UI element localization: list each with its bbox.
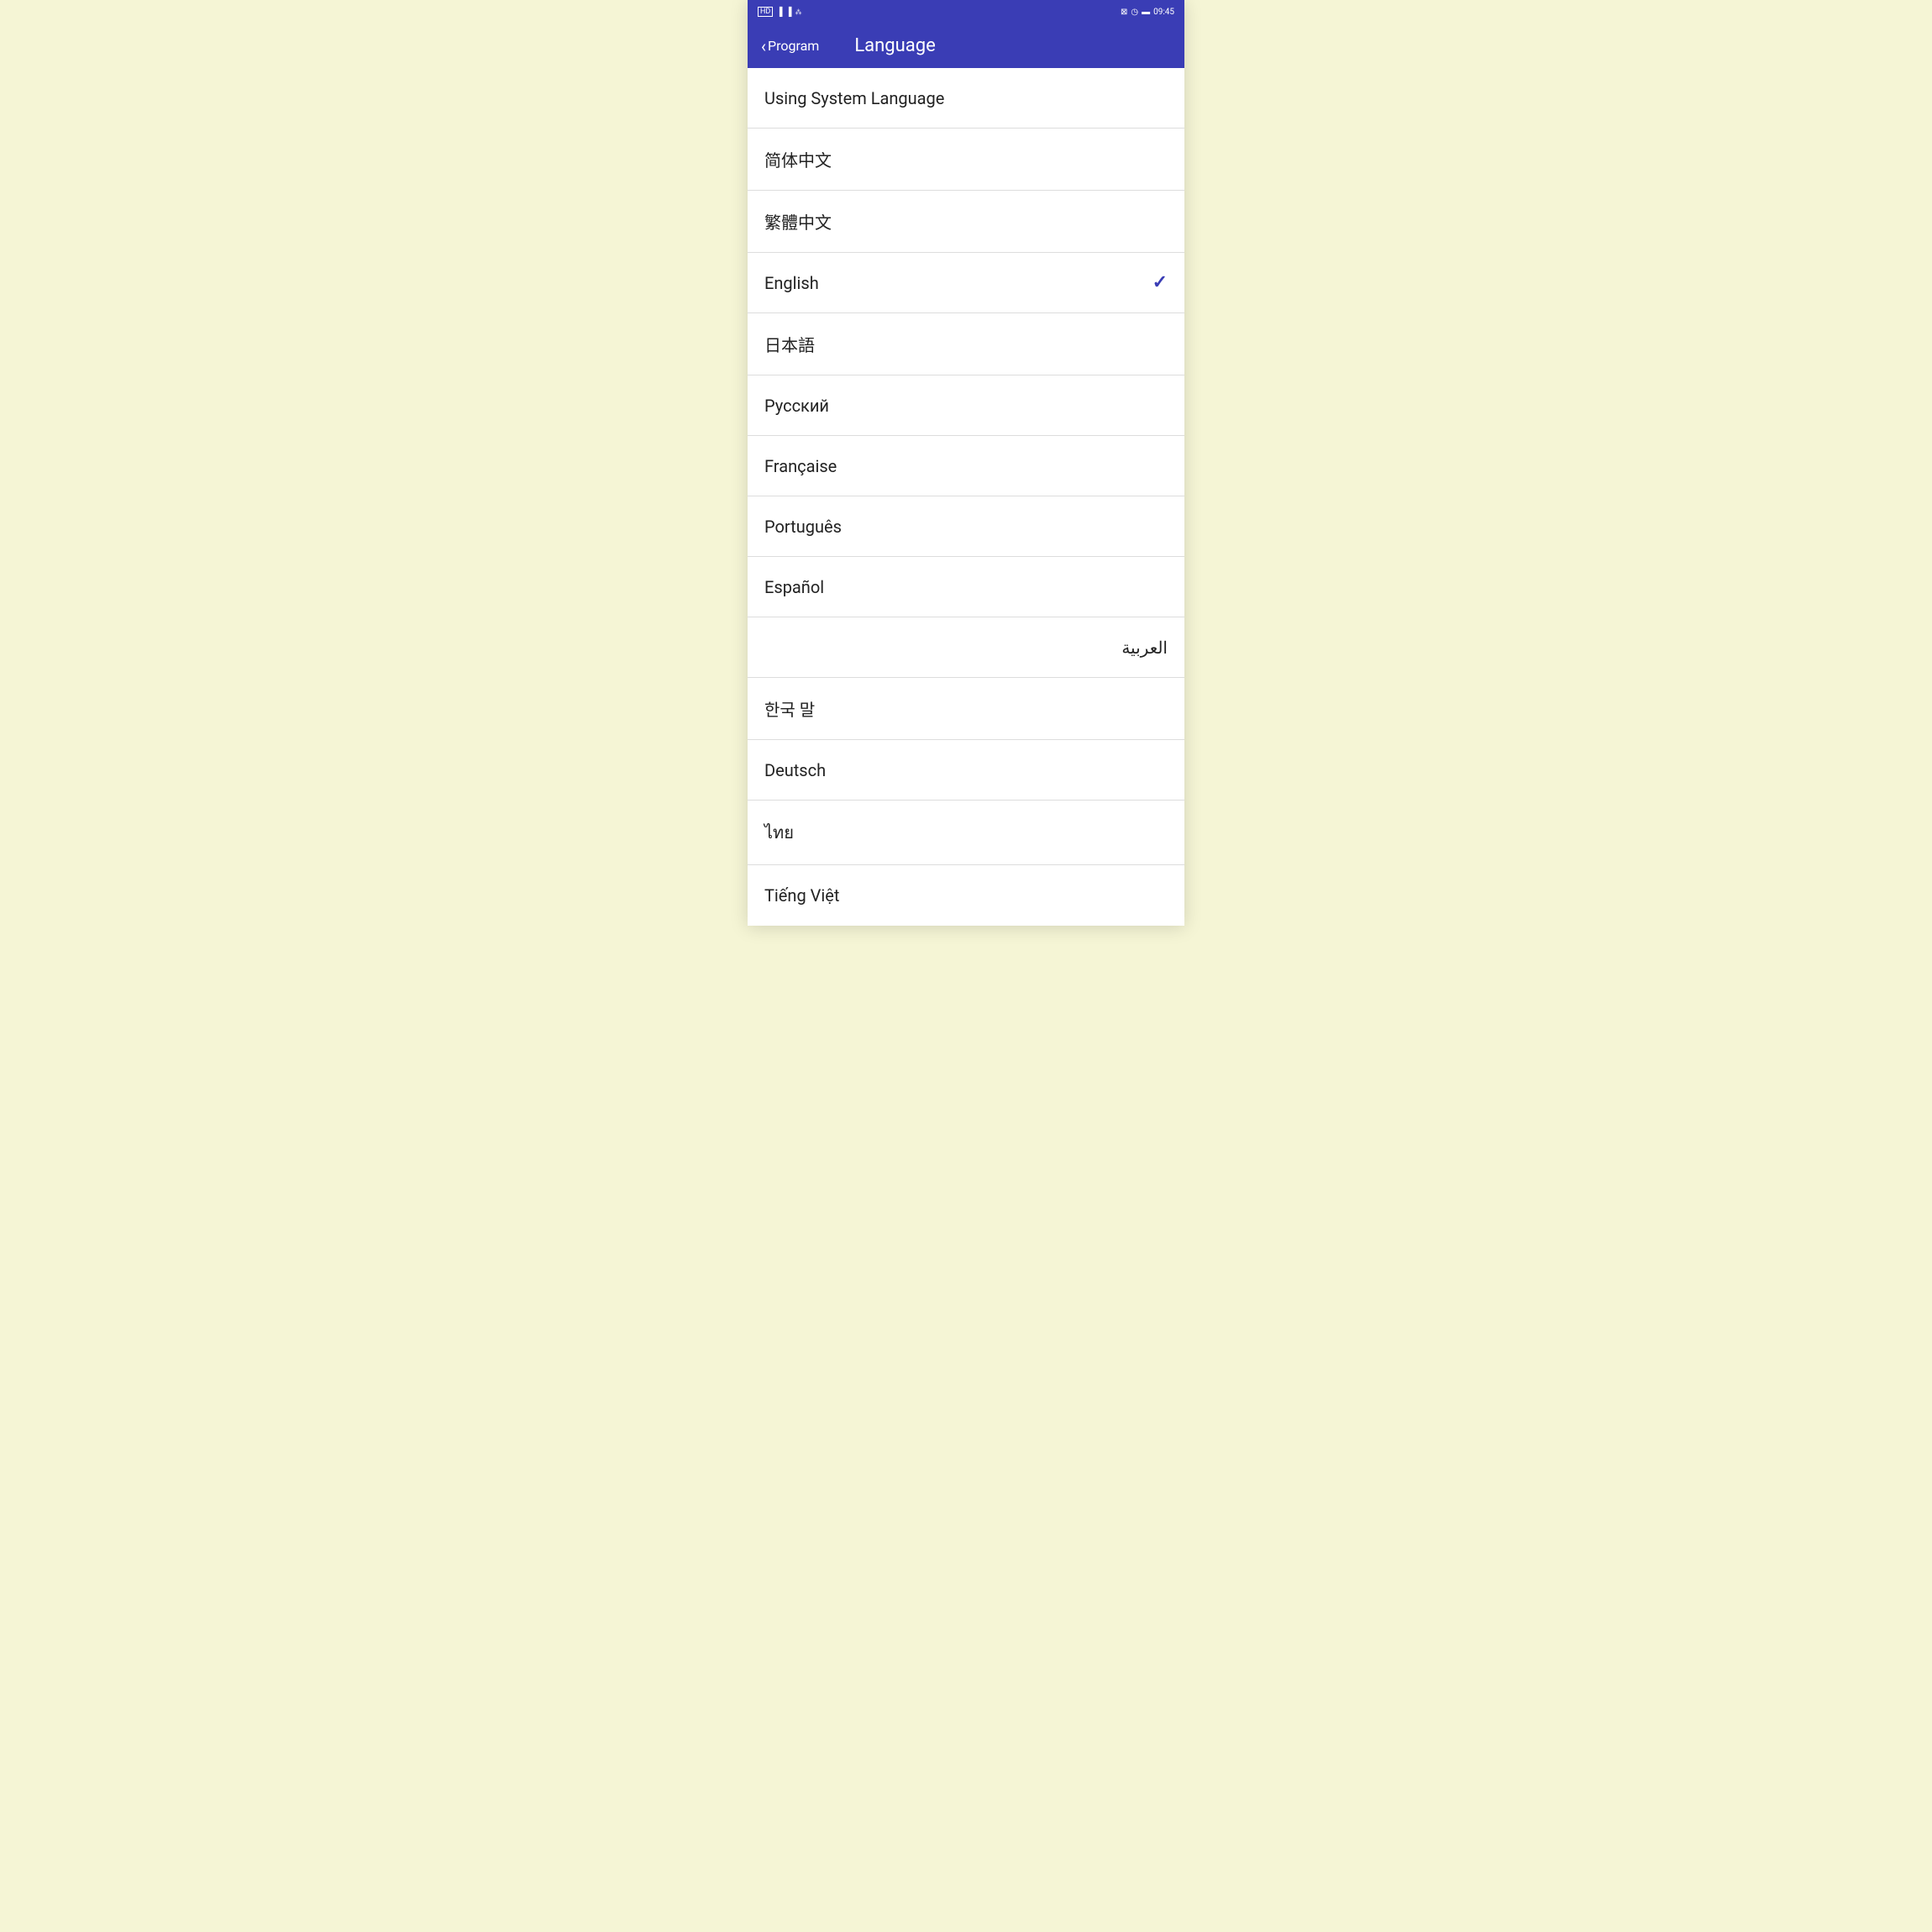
language-item-es[interactable]: Español: [748, 557, 1184, 617]
alarm-icon: ◷: [1131, 8, 1138, 17]
language-item-vi[interactable]: Tiếng Việt: [748, 865, 1184, 926]
signal1-icon: ▐: [776, 8, 782, 17]
language-item-zh-hant[interactable]: 繁體中文: [748, 191, 1184, 253]
status-bar-left: HD ▐ ▐ ⁂: [758, 7, 802, 17]
time-display: 09:45: [1153, 8, 1174, 17]
signal3-icon: ⁂: [795, 8, 802, 16]
language-name-fr: Française: [764, 456, 837, 476]
hd-icon: HD: [758, 7, 773, 17]
language-name-zh-hant: 繁體中文: [764, 209, 832, 234]
status-bar-right: ⊠ ◷ ▬ 09:45: [1121, 8, 1174, 17]
language-item-fr[interactable]: Française: [748, 436, 1184, 496]
back-button[interactable]: ‹ Program: [761, 38, 819, 55]
language-item-pt[interactable]: Português: [748, 496, 1184, 557]
language-name-pt: Português: [764, 517, 842, 537]
back-chevron-icon: ‹: [761, 38, 766, 55]
language-list: Using System Language 简体中文繁體中文 English ✓ 日本語…: [748, 68, 1184, 926]
signal2-icon: ▐: [785, 8, 791, 17]
wifi-icon: ⊠: [1121, 8, 1127, 17]
language-name-ar: العربية: [1121, 638, 1168, 658]
language-item-ru[interactable]: Русский: [748, 375, 1184, 436]
language-item-ja[interactable]: 日本語: [748, 313, 1184, 375]
app-header: ‹ Program Language: [748, 24, 1184, 68]
language-name-es: Español: [764, 577, 824, 597]
page-title: Language: [854, 35, 935, 56]
status-bar: HD ▐ ▐ ⁂ ⊠ ◷ ▬ 09:45: [748, 0, 1184, 24]
phone-container: HD ▐ ▐ ⁂ ⊠ ◷ ▬ 09:45 ‹ Program Language …: [748, 0, 1184, 926]
language-name-zh-hans: 简体中文: [764, 147, 832, 171]
language-item-en[interactable]: English ✓: [748, 253, 1184, 313]
language-item-th[interactable]: ไทย: [748, 801, 1184, 865]
selected-check-icon: ✓: [1152, 272, 1168, 293]
language-name-ru: Русский: [764, 396, 829, 416]
back-label: Program: [768, 38, 819, 54]
language-name-ja: 日本語: [764, 332, 815, 356]
language-name-de: Deutsch: [764, 760, 826, 780]
battery-icon: ▬: [1142, 8, 1150, 17]
language-name-vi: Tiếng Việt: [764, 885, 839, 906]
language-item-ar[interactable]: العربية: [748, 617, 1184, 678]
language-item-de[interactable]: Deutsch: [748, 740, 1184, 801]
language-item-ko[interactable]: 한국 말: [748, 678, 1184, 740]
language-name-en: English: [764, 273, 819, 293]
language-name-ko: 한국 말: [764, 696, 815, 721]
language-name-th: ไทย: [764, 819, 794, 846]
language-name-system: Using System Language: [764, 88, 944, 108]
language-item-system[interactable]: Using System Language: [748, 68, 1184, 129]
language-item-zh-hans[interactable]: 简体中文: [748, 129, 1184, 191]
